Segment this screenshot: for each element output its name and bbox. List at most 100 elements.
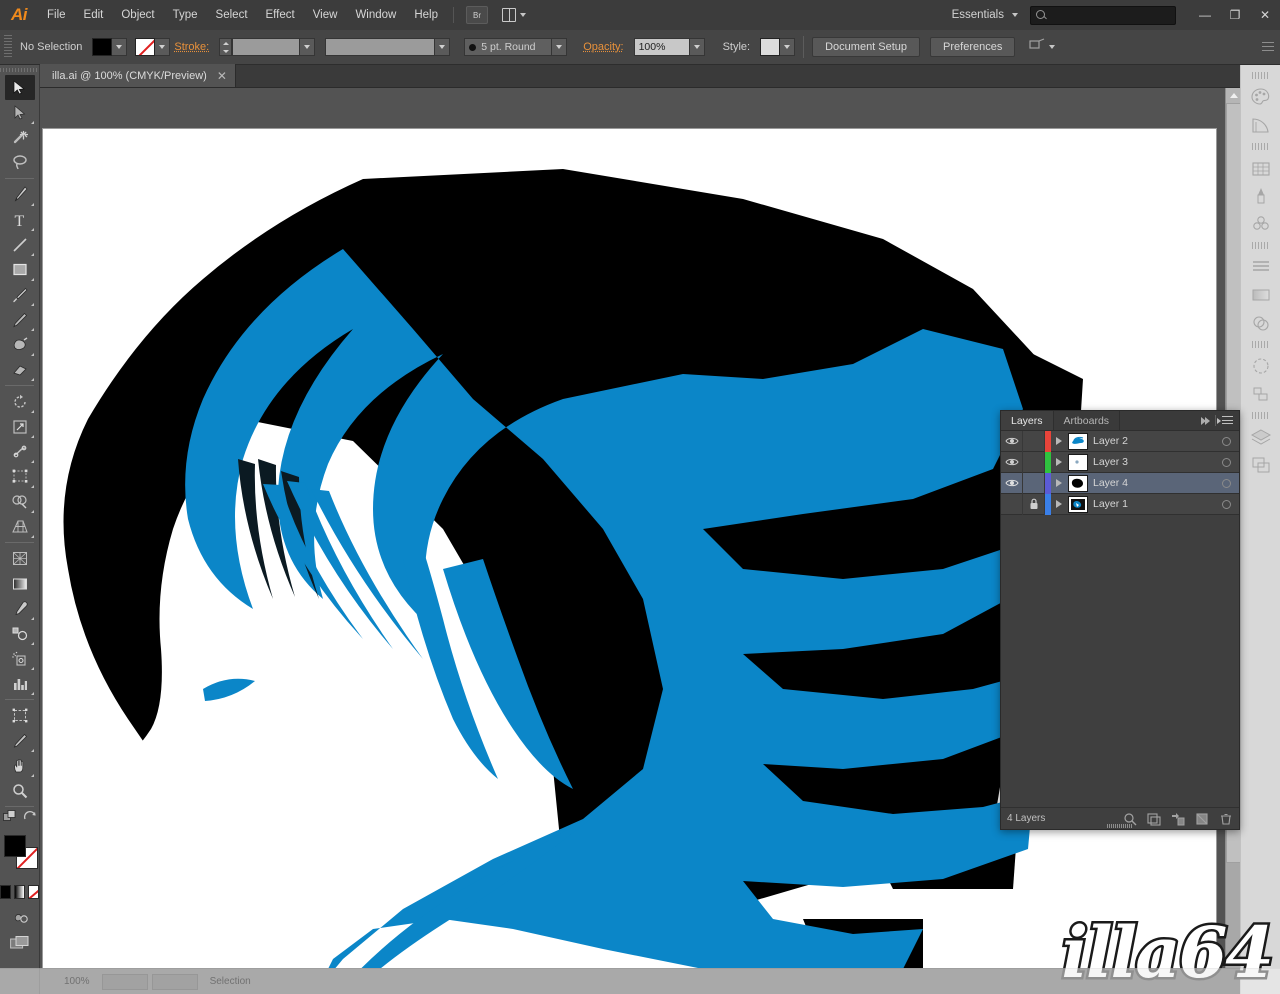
stroke-control[interactable] — [135, 38, 171, 56]
go-to-bridge-icon[interactable]: Br — [466, 6, 488, 24]
blob-brush-tool[interactable] — [5, 332, 35, 357]
width-tool[interactable] — [5, 439, 35, 464]
graphic-style-dropdown[interactable] — [780, 38, 796, 56]
fill-control[interactable] — [92, 38, 128, 56]
eyedropper-tool[interactable] — [5, 596, 35, 621]
layer-visibility-toggle[interactable] — [1001, 451, 1023, 473]
solid-color-button[interactable] — [0, 885, 11, 899]
document-tab-close-icon[interactable]: ✕ — [217, 70, 227, 82]
tools-panel-grip[interactable] — [0, 65, 39, 75]
menu-window[interactable]: Window — [346, 0, 405, 30]
right-dock-grip[interactable] — [1251, 72, 1270, 79]
menu-help[interactable]: Help — [405, 0, 447, 30]
stroke-profile-dropdown[interactable] — [435, 38, 451, 56]
magic-wand-tool[interactable] — [5, 125, 35, 150]
document-tab[interactable]: illa.ai @ 100% (CMYK/Preview) ✕ — [40, 64, 236, 87]
selection-tool[interactable] — [4, 75, 35, 100]
layer-lock-toggle[interactable] — [1023, 451, 1045, 473]
create-new-layer-icon[interactable] — [1195, 812, 1209, 826]
layer-lock-toggle[interactable] — [1023, 431, 1045, 452]
menu-file[interactable]: File — [38, 0, 75, 30]
opacity-field[interactable]: 100% — [633, 38, 690, 56]
transparency-icon[interactable] — [1247, 310, 1275, 336]
control-bar-grip[interactable] — [4, 35, 12, 59]
menu-edit[interactable]: Edit — [75, 0, 113, 30]
right-dock-grip-3[interactable] — [1251, 242, 1270, 249]
stroke-weight-field[interactable] — [232, 38, 301, 56]
layer-lock-toggle[interactable] — [1023, 472, 1045, 494]
scale-tool[interactable] — [5, 414, 35, 439]
layer-expand-toggle[interactable] — [1051, 452, 1067, 473]
paintbrush-tool[interactable] — [5, 282, 35, 307]
layer-visibility-toggle[interactable] — [1001, 472, 1023, 494]
layer-row[interactable]: Layer 4 — [1001, 472, 1239, 494]
stroke-weight-dropdown[interactable] — [300, 38, 316, 56]
status-zoom-value[interactable]: 100% — [56, 976, 98, 987]
layer-target-indicator[interactable] — [1213, 494, 1239, 515]
free-transform-tool[interactable] — [5, 464, 35, 489]
toolbar-fill-swatch[interactable] — [3, 835, 26, 857]
symbol-sprayer-tool[interactable] — [5, 646, 35, 671]
mesh-tool[interactable] — [5, 546, 35, 571]
layers-panel-resize-grip[interactable] — [1107, 824, 1133, 828]
stroke-label[interactable]: Stroke: — [174, 41, 209, 53]
type-tool[interactable]: T — [5, 207, 35, 232]
color-panel-icon[interactable] — [1247, 84, 1275, 110]
layer-row[interactable]: Layer 2 — [1001, 431, 1239, 452]
stroke-dropdown-button[interactable] — [155, 38, 171, 56]
reset-fill-stroke-icon[interactable] — [23, 810, 37, 829]
layer-expand-toggle[interactable] — [1051, 431, 1067, 452]
minimize-button[interactable]: — — [1190, 3, 1220, 27]
close-button[interactable]: ✕ — [1250, 3, 1280, 27]
pencil-tool[interactable] — [5, 307, 35, 332]
menu-object[interactable]: Object — [112, 0, 163, 30]
swatches-icon[interactable] — [1247, 155, 1275, 181]
layers-panel-menu-icon[interactable] — [1217, 416, 1233, 425]
layer-name[interactable]: Layer 4 — [1093, 477, 1213, 489]
restore-button[interactable]: ❐ — [1220, 3, 1250, 27]
none-color-button[interactable] — [28, 885, 39, 899]
layer-name[interactable]: Layer 3 — [1093, 456, 1213, 468]
right-dock-grip-4[interactable] — [1251, 341, 1270, 348]
shape-builder-tool[interactable] — [5, 489, 35, 514]
direct-selection-tool[interactable] — [5, 100, 35, 125]
screen-mode-button[interactable] — [0, 935, 39, 951]
rotate-tool[interactable] — [5, 389, 35, 414]
collapse-panel-icon[interactable] — [1201, 416, 1210, 425]
tab-layers[interactable]: Layers — [1001, 411, 1054, 430]
search-box[interactable] — [1030, 5, 1176, 25]
right-dock-grip-5[interactable] — [1251, 412, 1270, 419]
document-setup-button[interactable]: Document Setup — [812, 37, 921, 57]
scroll-up-button[interactable] — [1226, 88, 1240, 103]
transform-chevron-down-icon[interactable] — [1049, 45, 1056, 49]
workspace-chevron-down-icon[interactable] — [1012, 13, 1018, 17]
stroke-swatch[interactable] — [135, 38, 156, 56]
appearance-icon[interactable] — [1247, 353, 1275, 379]
layer-expand-toggle[interactable] — [1051, 494, 1067, 515]
delete-selection-icon[interactable] — [1219, 812, 1233, 826]
stroke-profile-field[interactable] — [325, 38, 436, 56]
layer-visibility-toggle[interactable] — [1001, 431, 1023, 452]
hand-tool[interactable] — [5, 753, 35, 778]
layers-list[interactable]: Layer 2 Layer 3 Layer 4 Layer 1 — [1001, 431, 1239, 807]
gradient-icon[interactable] — [1247, 282, 1275, 308]
layer-name[interactable]: Layer 1 — [1093, 498, 1213, 510]
layers-dock-icon[interactable] — [1247, 424, 1275, 450]
layer-row[interactable]: Layer 3 — [1001, 451, 1239, 473]
menu-view[interactable]: View — [304, 0, 347, 30]
preferences-button[interactable]: Preferences — [930, 37, 1016, 57]
fill-dropdown-button[interactable] — [112, 38, 128, 56]
create-new-sublayer-icon[interactable] — [1171, 812, 1185, 826]
layer-row[interactable]: Layer 1 — [1001, 493, 1239, 515]
drawing-modes[interactable] — [0, 909, 39, 925]
status-artboard-field[interactable] — [101, 973, 148, 990]
layer-target-indicator[interactable] — [1213, 452, 1239, 473]
align-icon[interactable] — [1247, 381, 1275, 407]
menu-type[interactable]: Type — [164, 0, 207, 30]
brushes-icon[interactable] — [1247, 183, 1275, 209]
layer-name[interactable]: Layer 2 — [1093, 435, 1213, 447]
brush-definition-dropdown[interactable] — [552, 38, 568, 56]
layer-lock-toggle[interactable] — [1023, 493, 1045, 515]
zoom-tool[interactable] — [5, 778, 35, 803]
tab-artboards[interactable]: Artboards — [1054, 411, 1121, 430]
